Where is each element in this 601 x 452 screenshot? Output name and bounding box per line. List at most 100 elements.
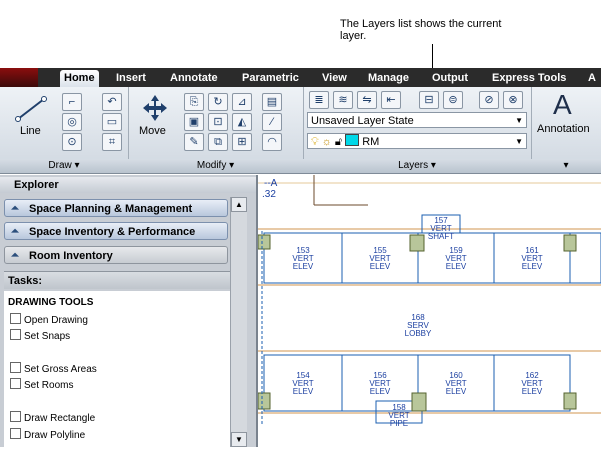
explorer-item-space-planning[interactable]: ⏶ Space Planning & Management	[4, 199, 228, 217]
hatch-icon[interactable]: ⌗	[102, 133, 122, 151]
layer-properties-icon[interactable]: ≣	[309, 91, 329, 109]
draw-panel: Line ⌐ ◎ ⊙ ↶ ▭ ⌗ Draw ▾	[0, 87, 129, 173]
task-checkbox[interactable]	[10, 411, 21, 422]
drawing-canvas[interactable]: --A .32 153 VERT ELEV 155 VERT ELEV 159 VERT ELE…	[257, 175, 601, 447]
line-button-label[interactable]: Line	[20, 125, 41, 137]
draw-panel-title[interactable]: Draw ▾	[0, 159, 128, 173]
room-label-154-2: ELEV	[293, 387, 314, 396]
ellipse-icon[interactable]: ⊙	[62, 133, 82, 151]
room-label-162-2: ELEV	[522, 387, 543, 396]
unlock-icon: 🔓︎	[334, 136, 343, 148]
tab-annotate[interactable]: Annotate	[166, 70, 222, 87]
move-icon[interactable]	[140, 93, 170, 123]
room-label-153-2: ELEV	[293, 262, 314, 271]
tab-overflow[interactable]: A	[584, 70, 600, 87]
layer-list-dropdown[interactable]: 💡︎ ☼ 🔓︎ RM ▼	[307, 133, 527, 149]
annotation-panel-footer[interactable]: ▾	[531, 159, 601, 173]
circle-icon[interactable]: ◎	[62, 113, 82, 131]
layer-freeze-icon[interactable]: ⊗	[503, 91, 523, 109]
explorer-item-space-inventory[interactable]: ⏶ Space Inventory & Performance	[4, 222, 228, 240]
array-icon[interactable]: ⊞	[232, 133, 252, 151]
tool-label: Set Snaps	[24, 331, 71, 342]
tool-label: Set Rooms	[24, 380, 74, 391]
layer-off-icon[interactable]: ⊘	[479, 91, 499, 109]
rectangle-icon[interactable]: ▭	[102, 113, 122, 131]
tool-set-gross-areas[interactable]: Set Gross Areas	[10, 362, 97, 375]
line-icon[interactable]	[14, 93, 50, 123]
tool-label: Open Drawing	[24, 315, 88, 326]
scale-icon[interactable]: ⊡	[208, 113, 228, 131]
erase-icon[interactable]: ▤	[262, 93, 282, 111]
scroll-up-icon[interactable]: ▲	[231, 197, 247, 212]
tab-home[interactable]: Home	[60, 70, 99, 87]
task-checkbox[interactable]	[10, 378, 21, 389]
chevron-down-icon: ▼	[515, 116, 523, 125]
floor-plan[interactable]: --A .32 153VERTELEV155VERTELEV159VERTELE…	[257, 175, 601, 447]
undo-icon[interactable]: ↶	[102, 93, 122, 111]
task-checkbox[interactable]	[10, 362, 21, 373]
tool-open-drawing[interactable]: Open Drawing	[10, 313, 88, 326]
room-label-168-2: LOBBY	[405, 329, 432, 338]
explorer-item-label: Space Planning & Management	[29, 203, 193, 215]
room-label-161-2: ELEV	[522, 262, 543, 271]
modify-panel-title[interactable]: Modify ▾	[128, 159, 303, 173]
ribbon: Line ⌐ ◎ ⊙ ↶ ▭ ⌗ Draw ▾ Move ⎘ ↻ ⊿ ▤ ▣ ⊡…	[0, 87, 601, 174]
explorer-item-room-inventory[interactable]: ⏶ Room Inventory	[4, 246, 228, 264]
tab-insert[interactable]: Insert	[112, 70, 150, 87]
layer-isolate-icon[interactable]: ⊟	[419, 91, 439, 109]
tool-set-rooms[interactable]: Set Rooms	[10, 378, 73, 391]
layer-stack-icon[interactable]: ≋	[333, 91, 353, 109]
app-menu-logo-icon[interactable]	[0, 68, 38, 87]
chevron-down-icon: ▼	[515, 137, 523, 146]
tab-manage[interactable]: Manage	[364, 70, 413, 87]
mirror-icon[interactable]: ◭	[232, 113, 252, 131]
layer-state-dropdown[interactable]: Unsaved Layer State ▼	[307, 112, 527, 128]
room-label-157-2: SHAFT	[428, 232, 454, 241]
explorer-item-label: Space Inventory & Performance	[29, 226, 196, 238]
drawing-tools-list: DRAWING TOOLS Open Drawing Set Snaps Set…	[4, 291, 230, 447]
tab-parametric[interactable]: Parametric	[238, 70, 303, 87]
task-checkbox[interactable]	[10, 428, 21, 439]
layers-panel: ≣ ≋ ⇋ ⇤ ⊟ ⊜ ⊘ ⊗ Unsaved Layer State ▼ 💡︎…	[303, 87, 532, 173]
fillet-icon[interactable]: ⁄	[262, 113, 282, 131]
layer-color-swatch	[345, 134, 360, 146]
stretch-icon[interactable]: ▣	[184, 113, 204, 131]
layer-previous-icon[interactable]: ⇤	[381, 91, 401, 109]
modify-panel: Move ⎘ ↻ ⊿ ▤ ▣ ⊡ ◭ ⁄ ✎ ⧉ ⊞ ◠ Modify ▾	[128, 87, 304, 173]
layer-unisolate-icon[interactable]: ⊜	[443, 91, 463, 109]
tool-draw-rectangle[interactable]: Draw Rectangle	[10, 411, 95, 424]
scroll-down-icon[interactable]: ▼	[231, 432, 247, 447]
pencil-icon[interactable]: ✎	[184, 133, 204, 151]
task-checkbox[interactable]	[10, 313, 21, 324]
drawing-tools-heading: DRAWING TOOLS	[8, 297, 94, 308]
tab-view[interactable]: View	[318, 70, 351, 87]
explorer-scrollbar[interactable]: ▲ ▼	[230, 197, 247, 447]
current-layer-name: RM	[362, 136, 380, 148]
annotation-panel: A Annotation ▾	[531, 87, 601, 173]
annotation-a-icon[interactable]: A	[553, 89, 572, 121]
tab-express-tools[interactable]: Express Tools	[488, 70, 570, 87]
tool-label: Set Gross Areas	[24, 364, 97, 375]
explode-icon[interactable]: ◠	[262, 133, 282, 151]
task-checkbox[interactable]	[10, 329, 21, 340]
copy-icon[interactable]: ⎘	[184, 93, 204, 111]
layers-panel-title[interactable]: Layers ▾	[303, 159, 531, 173]
tab-output[interactable]: Output	[428, 70, 472, 87]
tasks-header: Tasks:	[4, 271, 230, 289]
callout-text: The Layers list shows the current layer.	[340, 18, 502, 42]
drawing-corner-label-a: --A	[264, 178, 278, 189]
offset-icon[interactable]: ⧉	[208, 133, 228, 151]
rotate-icon[interactable]: ↻	[208, 93, 228, 111]
chevron-up-icon: ⏶	[11, 203, 19, 214]
room-label-156-2: ELEV	[370, 387, 391, 396]
tool-set-snaps[interactable]: Set Snaps	[10, 329, 70, 342]
tool-draw-polyline[interactable]: Draw Polyline	[10, 428, 85, 441]
move-button-label[interactable]: Move	[139, 125, 166, 137]
polyline-icon[interactable]: ⌐	[62, 93, 82, 111]
tool-label: Draw Rectangle	[24, 413, 96, 424]
annotation-button-label[interactable]: Annotation	[537, 123, 590, 135]
chevron-up-icon: ⏶	[11, 226, 19, 237]
layer-state-value: Unsaved Layer State	[311, 115, 414, 127]
trim-icon[interactable]: ⊿	[232, 93, 252, 111]
layer-match-icon[interactable]: ⇋	[357, 91, 377, 109]
